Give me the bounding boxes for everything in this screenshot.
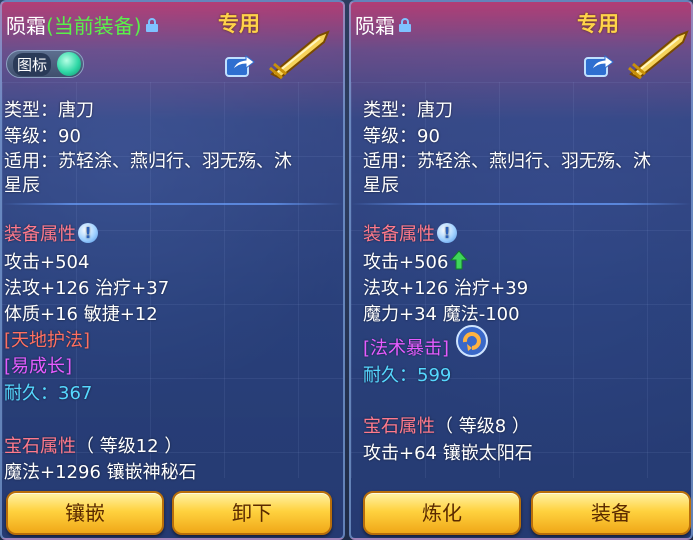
share-icon[interactable]: [224, 50, 256, 78]
durability: 耐久：599: [363, 361, 451, 387]
gem-header-text: 宝石属性: [4, 436, 76, 457]
stat-mana: 魔力+34 魔法-100: [363, 304, 520, 325]
divider: [351, 203, 691, 205]
unequip-button[interactable]: 卸下: [172, 491, 332, 535]
gem-header: 宝石属性（ 等级12 ）: [4, 432, 182, 458]
item-level: 等级：90: [363, 126, 440, 147]
exclusive-badge: 专用: [577, 12, 619, 36]
attributes-header-text: 装备属性: [4, 224, 76, 245]
item-type: 类型：唐刀: [363, 100, 453, 121]
inlay-button[interactable]: 镶嵌: [6, 491, 164, 535]
gem-header: 宝石属性（ 等级8 ）: [363, 412, 530, 438]
divider: [2, 203, 343, 205]
item-usable-by-cont: 星辰: [4, 175, 40, 196]
item-name: 陨霜: [355, 10, 411, 39]
info-icon[interactable]: [437, 223, 457, 243]
item-usable-by: 适用：苏轻涂、燕归行、羽无殇、沐: [4, 151, 292, 172]
stat-attack-text: 攻击+506: [363, 252, 449, 273]
equipped-item-panel: 陨霜(当前装备) 专用 图标 类型：唐刀 等级：90 适用：苏轻涂、燕归行、羽无…: [0, 0, 345, 540]
weapon-blade-icon: [628, 30, 689, 80]
item-name-text: 陨霜: [355, 14, 395, 38]
item-name: 陨霜(当前装备): [6, 10, 158, 39]
info-icon[interactable]: [78, 223, 98, 243]
stat-magic-heal: 法攻+126 治疗+39: [363, 278, 529, 299]
attributes-header: 装备属性: [4, 220, 98, 246]
share-icon[interactable]: [583, 50, 615, 78]
equip-button[interactable]: 装备: [531, 491, 691, 535]
gem-level: （ 等级12 ）: [76, 436, 183, 457]
exclusive-badge: 专用: [218, 12, 260, 36]
skill-tag: [天地护法]: [4, 330, 91, 351]
compare-item-panel: 陨霜 专用 类型：唐刀 等级：90 适用：苏轻涂、燕归行、羽无殇、沐 星辰 装备…: [349, 0, 693, 540]
icon-toggle-label: 图标: [13, 53, 52, 76]
durability-value: 367: [58, 383, 93, 404]
durability-value: 599: [417, 365, 452, 386]
toggle-knob-icon: [57, 52, 81, 76]
gem-effect: 魔法+1296 镶嵌神秘石: [4, 462, 197, 483]
item-usable-by-cont: 星辰: [363, 175, 399, 196]
refine-button[interactable]: 炼化: [363, 491, 521, 535]
lock-icon: [399, 18, 411, 32]
refresh-icon[interactable]: [455, 324, 489, 358]
gem-level: （ 等级8 ）: [435, 416, 530, 437]
gem-header-text: 宝石属性: [363, 416, 435, 437]
attributes-header: 装备属性: [363, 220, 457, 246]
current-equipped-tag: (当前装备): [46, 14, 142, 38]
item-type: 类型：唐刀: [4, 100, 94, 121]
attributes-header-text: 装备属性: [363, 224, 435, 245]
gem-effect: 攻击+64 镶嵌太阳石: [363, 443, 533, 464]
durability: 耐久：367: [4, 379, 92, 405]
lock-icon: [145, 18, 158, 32]
durability-label: 耐久：: [4, 383, 58, 404]
icon-toggle[interactable]: 图标: [6, 50, 84, 78]
durability-label: 耐久：: [363, 365, 417, 386]
item-level: 等级：90: [4, 126, 81, 147]
stat-magic-heal: 法攻+126 治疗+37: [4, 278, 170, 299]
up-arrow-icon: [450, 250, 469, 270]
stat-attack: 攻击+504: [4, 252, 90, 273]
weapon-blade-icon: [269, 30, 330, 80]
skill-tag: [法术暴击]: [363, 338, 450, 359]
item-name-text: 陨霜: [6, 14, 46, 38]
item-usable-by: 适用：苏轻涂、燕归行、羽无殇、沐: [363, 151, 651, 172]
stat-body-agility: 体质+16 敏捷+12: [4, 304, 158, 325]
stat-attack: 攻击+506: [363, 248, 469, 274]
skill-tag: [易成长]: [4, 356, 73, 377]
